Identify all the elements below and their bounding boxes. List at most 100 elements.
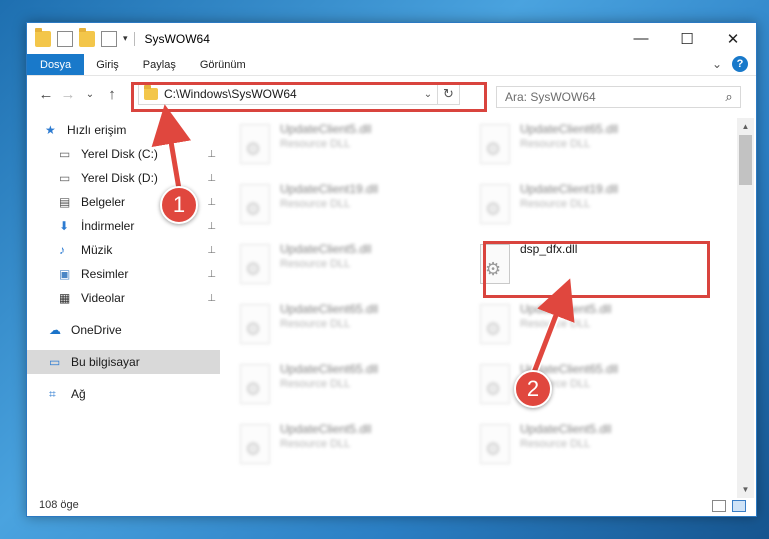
pin-icon[interactable]: ⊥	[207, 173, 216, 184]
item-count: 108 öge	[39, 499, 79, 511]
sidebar-item[interactable]: ▭ Yerel Disk (C:) ⊥	[27, 142, 220, 166]
window-title: SysWOW64	[144, 31, 210, 46]
file-item[interactable]: UpdateClient65.dll Resource DLL	[232, 298, 457, 352]
file-item[interactable]: UpdateClient5.dll Resource DLL	[232, 238, 457, 292]
close-button[interactable]: ✕	[710, 23, 756, 54]
search-input[interactable]: Ara: SysWOW64	[505, 90, 718, 104]
pin-icon[interactable]: ⊥	[207, 269, 216, 280]
computer-icon: ▭	[49, 355, 61, 369]
drive-icon: ▭	[59, 171, 71, 185]
sidebar-item[interactable]: ♪ Müzik ⊥	[27, 238, 220, 262]
scroll-thumb[interactable]	[739, 135, 752, 185]
file-name: UpdateClient19.dll	[280, 182, 379, 196]
callout-2: 2	[514, 370, 552, 408]
title-separator	[133, 31, 135, 46]
file-list: UpdateClient5.dll Resource DLL UpdateClien…	[232, 118, 737, 493]
tab-view[interactable]: Görünüm	[188, 54, 258, 75]
star-icon: ★	[45, 123, 56, 137]
forward-button[interactable]: →	[57, 86, 79, 103]
file-type: Resource DLL	[280, 258, 351, 270]
pin-icon[interactable]: ⊥	[207, 245, 216, 256]
scroll-up-icon[interactable]: ▲	[737, 118, 754, 135]
file-item[interactable]: UpdateClient5.dll Resource DLL	[232, 118, 457, 172]
sidebar-item[interactable]: ▭ Yerel Disk (D:) ⊥	[27, 166, 220, 190]
file-item[interactable]: UpdateClient5.dll Resource DLL	[232, 418, 457, 472]
details-icon[interactable]	[101, 30, 117, 47]
music-icon: ♪	[59, 243, 65, 257]
file-name: UpdateClient65.dll	[280, 302, 379, 316]
file-name: UpdateClient5.dll	[280, 242, 372, 256]
pictures-icon: ▣	[59, 267, 71, 281]
sidebar-item-label: Belgeler	[81, 195, 126, 209]
new-folder-icon[interactable]	[79, 27, 95, 47]
file-name: UpdateClient65.dll	[520, 122, 619, 136]
file-name: UpdateClient65.dll	[280, 362, 379, 376]
document-icon: ▤	[59, 195, 71, 209]
maximize-button[interactable]: ☐	[664, 23, 710, 54]
dll-file-icon	[480, 124, 510, 164]
sidebar-item-label: Hızlı erişim	[67, 123, 127, 137]
file-item[interactable]: UpdateClient65.dllResource DLL	[472, 358, 697, 412]
file-item[interactable]: UpdateClient65.dll Resource DLL	[472, 118, 697, 172]
sidebar-item-label: Resimler	[81, 267, 129, 281]
sidebar-item[interactable]: ☁ OneDrive	[27, 318, 220, 342]
sidebar-item-label: Yerel Disk (C:)	[81, 147, 158, 161]
vertical-scrollbar[interactable]: ▲ ▼	[737, 118, 754, 498]
navigation-pane: ★ Hızlı erişim ▭ Yerel Disk (C:) ⊥ ▭ Yerel Dis…	[27, 118, 220, 488]
file-type: Resource DLL	[280, 318, 351, 330]
dll-file-icon	[240, 244, 270, 284]
drive-icon: ▭	[59, 147, 71, 161]
dll-file-icon	[480, 184, 510, 224]
status-bar: 108 öge	[27, 494, 756, 516]
file-name: UpdateClient5.dll	[280, 422, 372, 436]
ribbon-tabs: Dosya Giriş Paylaş Görünüm ⌄ ?	[27, 54, 756, 76]
dll-file-icon	[240, 424, 270, 464]
file-item[interactable]: UpdateClient65.dll Resource DLL	[232, 358, 457, 412]
file-name: UpdateClient19.dll	[520, 182, 619, 196]
sidebar-item[interactable]: ▦ Videolar ⊥	[27, 286, 220, 310]
sidebar-item-label: OneDrive	[71, 323, 122, 337]
file-name: UpdateClient5.dll	[520, 422, 612, 436]
tab-share[interactable]: Paylaş	[131, 54, 188, 75]
video-icon: ▦	[59, 291, 71, 305]
tiles-view-button[interactable]	[732, 500, 746, 512]
dll-file-icon	[240, 124, 270, 164]
search-icon[interactable]: ⌕	[718, 89, 740, 105]
properties-icon[interactable]	[57, 30, 73, 47]
download-icon: ⬇	[59, 219, 70, 233]
recent-locations-button[interactable]: ⌄	[79, 89, 101, 100]
sidebar-item-label: Ağ	[71, 387, 86, 401]
sidebar-item[interactable]: ▣ Resimler ⊥	[27, 262, 220, 286]
minimize-button[interactable]: —	[618, 23, 664, 54]
file-item[interactable]: UpdateClient19.dll Resource DLL	[232, 178, 457, 232]
sidebar-item[interactable]: ⌗ Ağ	[27, 382, 220, 406]
ribbon-collapse-icon[interactable]: ⌄	[712, 57, 722, 71]
file-name: UpdateClient5.dll	[280, 122, 372, 136]
help-icon[interactable]: ?	[732, 56, 748, 72]
up-button[interactable]: ↑	[101, 86, 123, 103]
details-view-button[interactable]	[712, 500, 726, 512]
back-button[interactable]: ←	[35, 86, 57, 103]
pin-icon[interactable]: ⊥	[207, 149, 216, 160]
file-type: Resource DLL	[520, 138, 591, 150]
dll-file-icon	[240, 184, 270, 224]
file-type: Resource DLL	[280, 198, 351, 210]
pin-icon[interactable]: ⊥	[207, 293, 216, 304]
dll-file-icon	[480, 304, 510, 344]
file-item[interactable]: UpdateClient19.dll Resource DLL	[472, 178, 697, 232]
file-item[interactable]: UpdateClient5.dll Resource DLL	[472, 298, 697, 352]
tab-home[interactable]: Giriş	[84, 54, 131, 75]
file-type: Resource DLL	[280, 378, 351, 390]
search-box[interactable]: Ara: SysWOW64 ⌕	[496, 86, 741, 108]
file-item[interactable]: UpdateClient5.dll Resource DLL	[472, 418, 697, 472]
sidebar-item[interactable]: ★ Hızlı erişim	[27, 118, 220, 142]
quick-access-dropdown-icon[interactable]: ▾	[123, 33, 128, 44]
dll-file-icon	[240, 304, 270, 344]
sidebar-item-label: Bu bilgisayar	[71, 355, 140, 369]
tab-file[interactable]: Dosya	[27, 54, 85, 75]
sidebar-item-label: Müzik	[81, 243, 113, 257]
sidebar-item[interactable]: ▭ Bu bilgisayar	[27, 350, 220, 374]
pin-icon[interactable]: ⊥	[207, 221, 216, 232]
pin-icon[interactable]: ⊥	[207, 197, 216, 208]
dll-file-icon	[480, 364, 510, 404]
